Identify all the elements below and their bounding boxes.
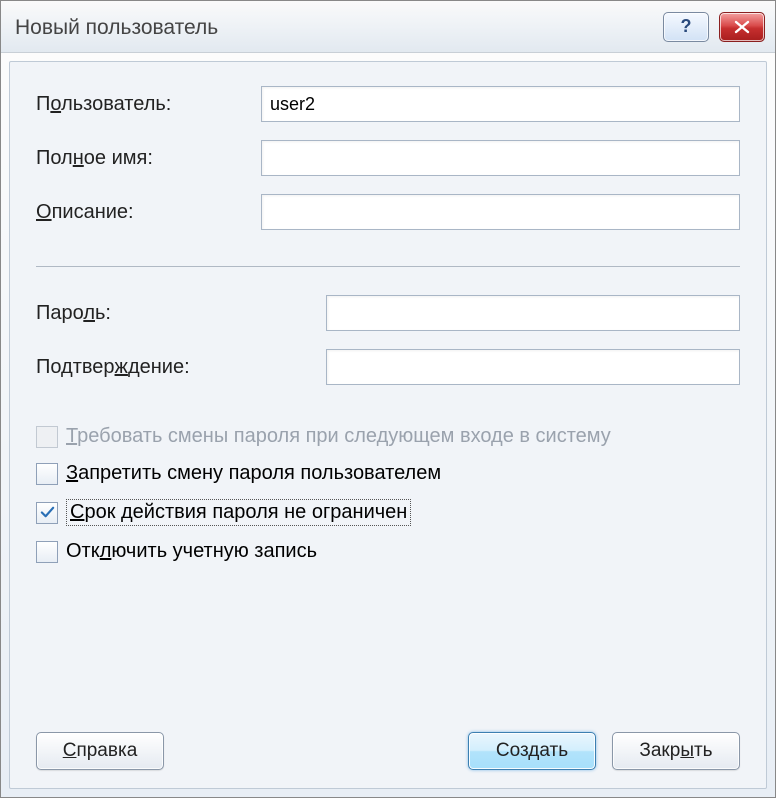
row-user: Пользователь: [36,86,740,122]
user-label: Пользователь: [36,93,261,116]
window-title: Новый пользователь [15,14,663,40]
titlebar-buttons: ? [663,12,765,42]
help-button[interactable]: Справка [36,732,164,770]
help-icon[interactable]: ? [663,12,709,42]
dialog-client-area: Пользователь: Полное имя: Описание: Паро… [9,61,767,789]
checkbox-group: Требовать смены пароля при следующем вхо… [36,425,740,577]
user-input[interactable] [261,86,740,122]
row-fullname: Полное имя: [36,140,740,176]
check-disable-account-box[interactable] [36,541,58,563]
check-no-change[interactable]: Запретить смену пароля пользователем [36,462,740,485]
check-require-change-box [36,426,58,448]
confirm-label: Подтверждение: [36,356,261,379]
close-icon[interactable] [719,12,765,42]
close-button[interactable]: Закрыть [612,732,740,770]
separator [36,266,740,267]
create-button[interactable]: Создать [468,732,596,770]
spacer [36,577,740,722]
check-disable-account[interactable]: Отключить учетную запись [36,540,740,563]
check-no-change-label: Запретить смену пароля пользователем [66,462,441,485]
check-never-expire-box[interactable] [36,502,58,524]
row-confirm: Подтверждение: [36,349,740,385]
check-disable-account-label: Отключить учетную запись [66,540,317,563]
row-description: Описание: [36,194,740,230]
fullname-input[interactable] [261,140,740,176]
titlebar: Новый пользователь ? [1,1,775,53]
check-require-change: Требовать смены пароля при следующем вхо… [36,425,740,448]
password-input[interactable] [326,295,740,331]
check-require-change-label: Требовать смены пароля при следующем вхо… [66,425,611,448]
description-label: Описание: [36,201,261,224]
fullname-label: Полное имя: [36,147,261,170]
confirm-input[interactable] [326,349,740,385]
row-password: Пароль: [36,295,740,331]
button-row: Справка Создать Закрыть [36,722,740,770]
password-label: Пароль: [36,302,261,325]
dialog-window: Новый пользователь ? Пользователь: Полно… [0,0,776,798]
check-never-expire-label: Срок действия пароля не ограничен [66,499,411,526]
description-input[interactable] [261,194,740,230]
check-never-expire[interactable]: Срок действия пароля не ограничен [36,499,740,526]
check-no-change-box[interactable] [36,463,58,485]
